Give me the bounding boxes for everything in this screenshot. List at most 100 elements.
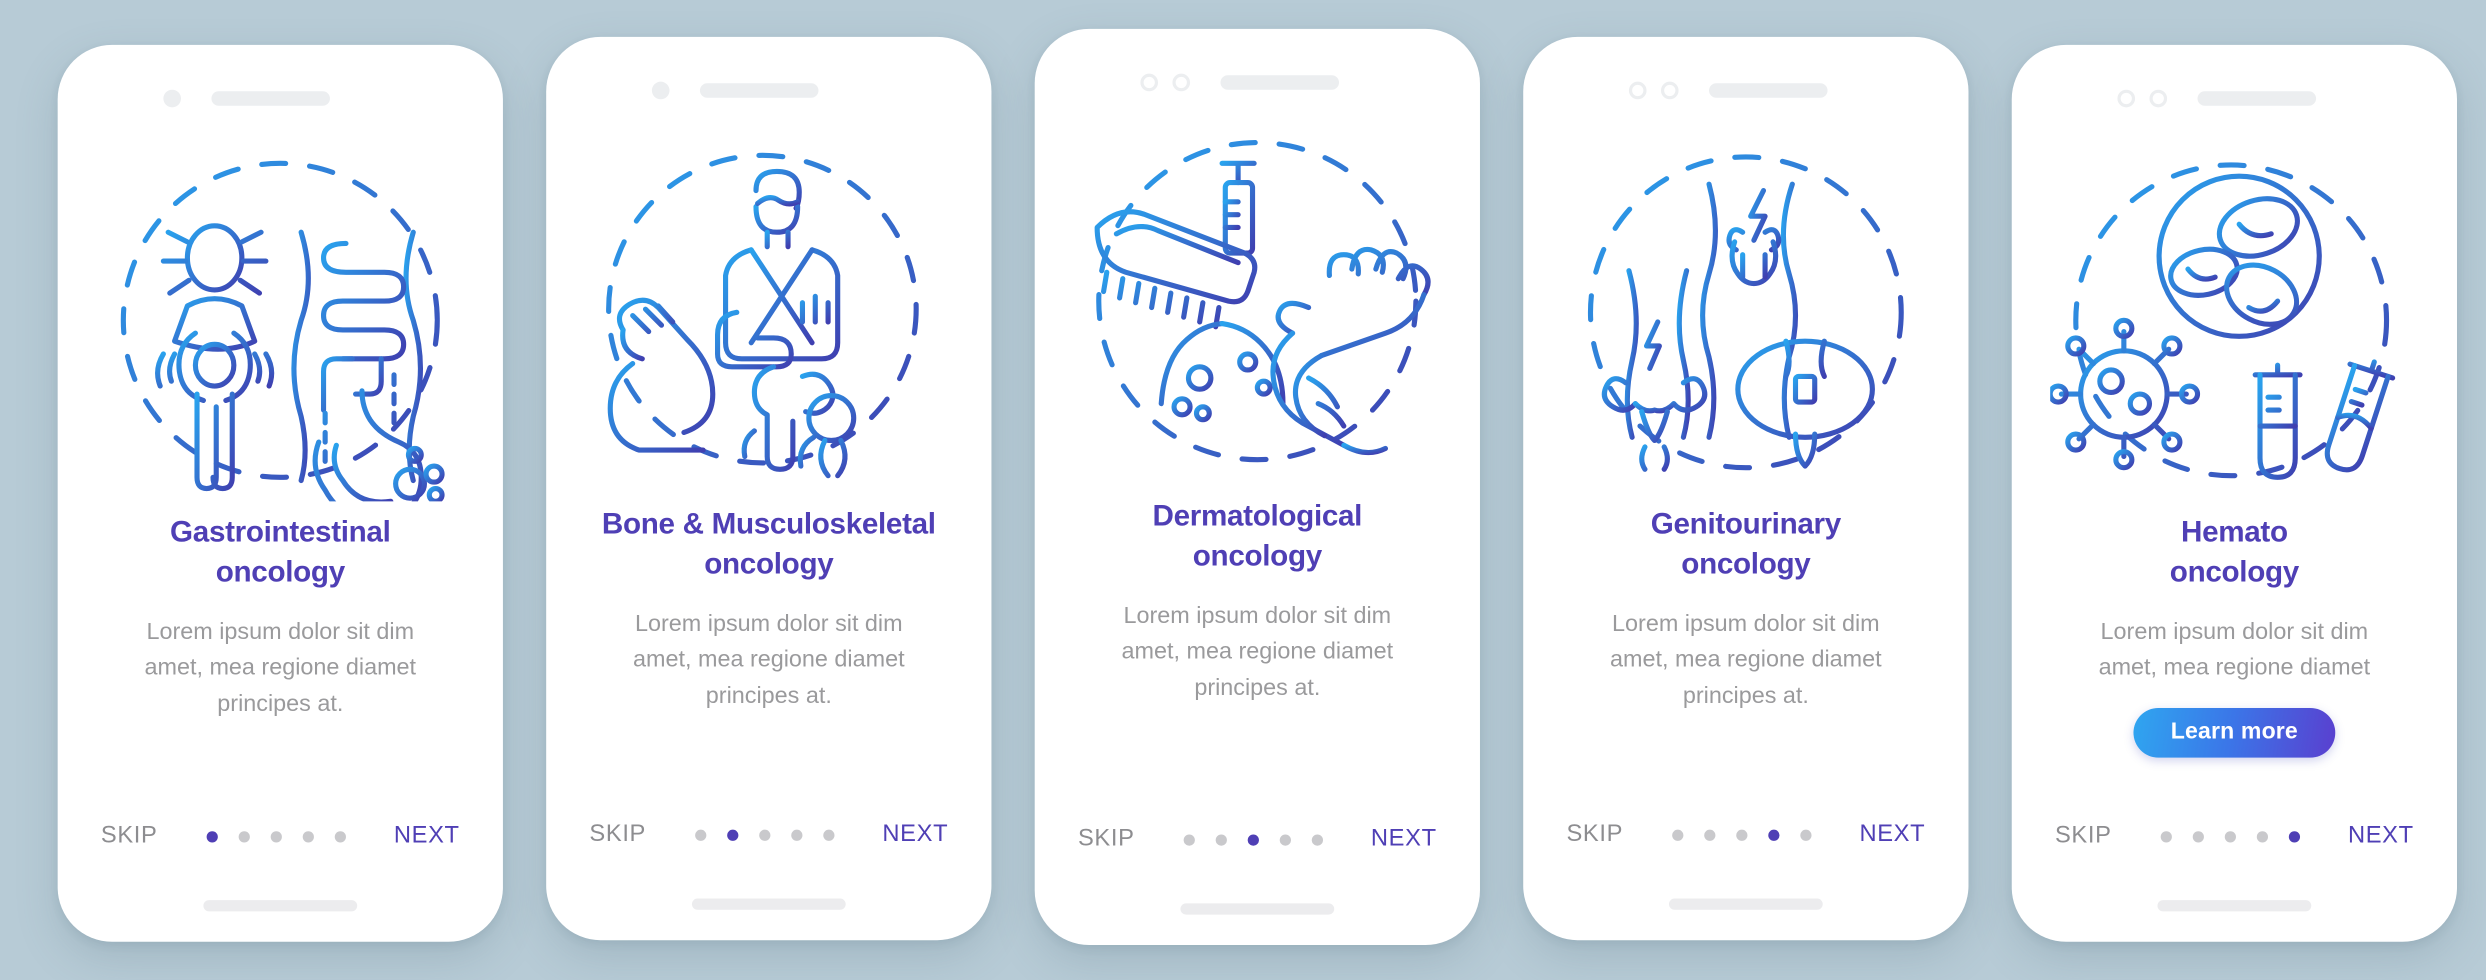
step-dot-1[interactable] (1671, 828, 1683, 841)
onboarding-screen-bone-musculoskeletal: Bone & Musculoskeletal oncology Lorem ip… (546, 36, 992, 941)
dermatological-oncology-illustration (1035, 109, 1480, 490)
camera-dot-icon (163, 88, 181, 107)
description-line-2: amet, mea regione diamet (1121, 639, 1394, 665)
screen-description: Lorem ipsum dolor sit dim amet, mea regi… (1565, 606, 1927, 715)
description-line-1: Lorem ipsum dolor sit dim (634, 611, 903, 637)
step-dot-3[interactable] (1735, 828, 1747, 841)
home-indicator[interactable] (2157, 899, 2312, 911)
onboarding-screens-stage: Gastrointestinal oncology Lorem ipsum do… (0, 0, 2486, 980)
step-dot-2[interactable] (726, 828, 738, 841)
home-indicator[interactable] (1668, 897, 1823, 909)
step-dot-4[interactable] (1767, 828, 1779, 841)
step-dot-4[interactable] (1279, 833, 1291, 845)
step-dot-2[interactable] (238, 830, 250, 842)
onboarding-navigation: SKIP NEXT (58, 804, 503, 868)
home-indicator-area (2012, 868, 2457, 942)
step-dot-3[interactable] (270, 830, 282, 842)
camera-ring-icon (1660, 80, 1679, 99)
step-dot-4[interactable] (302, 830, 314, 842)
step-dot-1[interactable] (1183, 833, 1195, 845)
step-dot-5[interactable] (1311, 833, 1323, 845)
title-line-2: oncology (704, 545, 834, 580)
status-bar (546, 37, 991, 117)
onboarding-navigation: SKIP NEXT (1035, 807, 1480, 871)
camera-ring-icon (1172, 72, 1191, 91)
screen-title: Genitourinary oncology (1558, 505, 1933, 584)
next-button[interactable]: NEXT (882, 822, 948, 848)
title-line-2: oncology (1681, 545, 1811, 580)
title-line-1: Hemato (2180, 514, 2288, 548)
description-line-2: amet, mea regione diamet (144, 655, 417, 681)
step-dot-4[interactable] (2256, 830, 2268, 842)
skip-button[interactable]: SKIP (2055, 823, 2112, 849)
screen-description: Lorem ipsum dolor sit dim amet, mea regi… (1076, 598, 1438, 707)
title-line-2: oncology (215, 553, 345, 588)
step-indicator (2160, 830, 2300, 842)
home-indicator[interactable] (1180, 902, 1335, 914)
speaker-grille-icon (1220, 74, 1340, 89)
description-line-2: amet, mea regione diamet (2098, 655, 2371, 681)
description-line-2: amet, mea regione diamet (633, 647, 905, 673)
status-bar (1035, 29, 1480, 109)
skip-button[interactable]: SKIP (1566, 822, 1623, 848)
gastrointestinal-oncology-illustration (58, 125, 503, 506)
home-indicator-area (58, 868, 503, 942)
onboarding-screen-genitourinary: Genitourinary oncology Lorem ipsum dolor… (1523, 36, 1969, 941)
screen-title: Dermatological oncology (1070, 497, 1445, 576)
description-line-3: principes at. (1194, 675, 1321, 702)
next-button[interactable]: NEXT (1859, 822, 1925, 848)
camera-ring-icon (2149, 88, 2168, 107)
speaker-grille-icon (211, 90, 330, 105)
title-line-1: Genitourinary (1650, 506, 1841, 540)
status-bar (2012, 45, 2457, 125)
skip-button[interactable]: SKIP (1078, 826, 1135, 852)
step-dot-5[interactable] (822, 828, 834, 841)
step-indicator (1671, 828, 1811, 841)
next-button[interactable]: NEXT (2348, 823, 2414, 849)
onboarding-navigation: SKIP NEXT (2012, 804, 2457, 868)
description-line-1: Lorem ipsum dolor sit dim (1123, 603, 1392, 629)
onboarding-screen-dermatological: Dermatological oncology Lorem ipsum dolo… (1034, 28, 1480, 946)
home-indicator[interactable] (203, 899, 358, 911)
onboarding-screen-hemato: Hemato oncology Lorem ipsum dolor sit di… (2011, 44, 2458, 942)
title-line-1: Gastrointestinal (170, 514, 391, 548)
title-line-1: Bone & Musculoskeletal (601, 506, 936, 540)
learn-more-button[interactable]: Learn more (2133, 707, 2335, 758)
step-dot-3[interactable] (758, 828, 770, 841)
home-indicator[interactable] (691, 897, 846, 909)
next-button[interactable]: NEXT (394, 823, 460, 849)
step-dot-3[interactable] (1247, 833, 1259, 845)
step-indicator (1183, 833, 1323, 845)
step-dot-2[interactable] (1215, 833, 1227, 845)
speaker-grille-icon (699, 82, 819, 97)
description-line-3: principes at. (1682, 683, 1809, 710)
camera-ring-icon (2117, 88, 2136, 107)
skip-button[interactable]: SKIP (101, 823, 158, 849)
home-indicator-area (1523, 867, 1968, 941)
step-dot-2[interactable] (1703, 828, 1715, 841)
step-dot-2[interactable] (2192, 830, 2204, 842)
step-dot-1[interactable] (694, 828, 706, 841)
step-dot-5[interactable] (2288, 830, 2300, 842)
description-line-1: Lorem ipsum dolor sit dim (146, 619, 415, 645)
speaker-grille-icon (2197, 90, 2317, 105)
description-line-3: principes at. (705, 683, 832, 710)
hemato-oncology-illustration (2012, 125, 2457, 506)
step-dot-5[interactable] (1799, 828, 1811, 841)
learn-more-button-area: Learn more (2012, 707, 2457, 758)
title-line-2: oncology (2169, 553, 2299, 588)
onboarding-navigation: SKIP NEXT (546, 802, 991, 866)
skip-button[interactable]: SKIP (589, 822, 646, 848)
next-button[interactable]: NEXT (1371, 826, 1437, 852)
screen-description: Lorem ipsum dolor sit dim amet, mea regi… (588, 606, 950, 715)
step-dot-3[interactable] (2224, 830, 2236, 842)
screen-title: Hemato oncology (2047, 513, 2422, 592)
camera-ring-icon (1140, 72, 1159, 91)
step-dot-4[interactable] (790, 828, 802, 841)
description-line-1: Lorem ipsum dolor sit dim (1612, 611, 1880, 637)
step-dot-1[interactable] (2160, 830, 2172, 842)
step-dot-5[interactable] (334, 830, 346, 842)
description-line-2: amet, mea regione diamet (1610, 647, 1882, 673)
step-dot-1[interactable] (206, 830, 218, 842)
bone-musculoskeletal-oncology-illustration (546, 117, 991, 498)
